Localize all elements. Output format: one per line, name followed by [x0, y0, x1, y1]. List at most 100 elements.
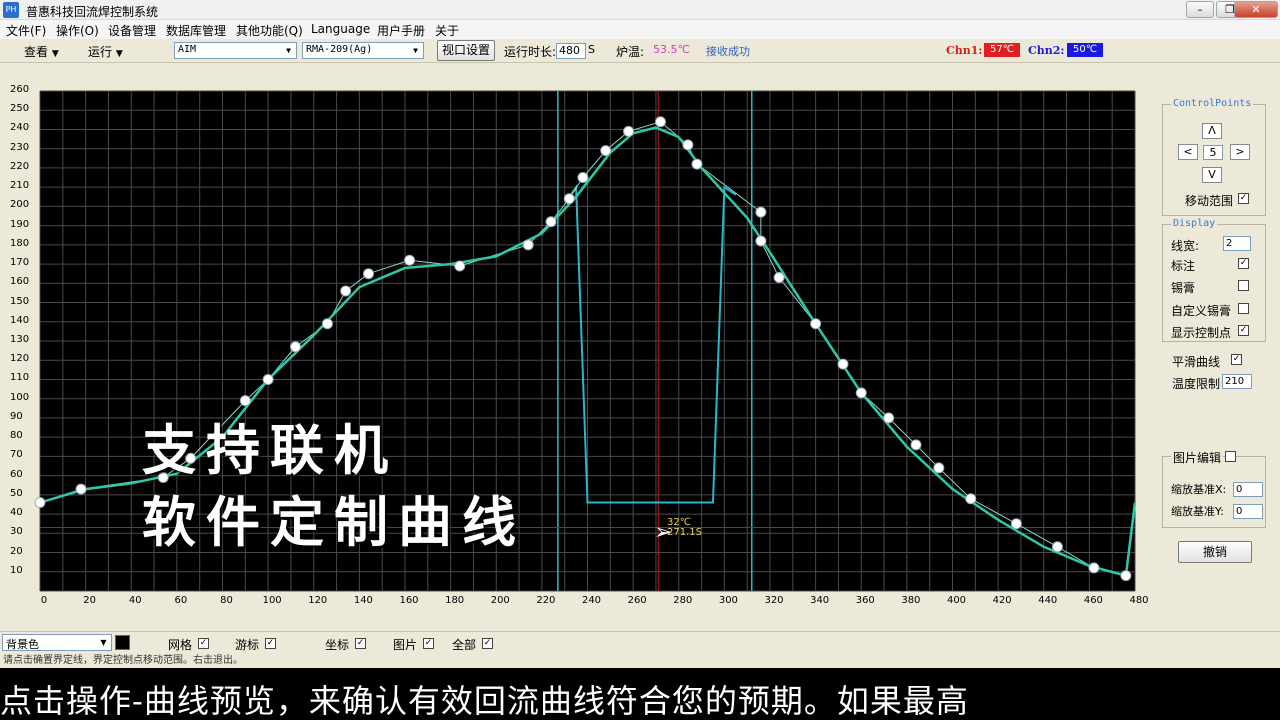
- y-tick-label: 220: [10, 160, 30, 172]
- x-tick-label: 80: [220, 595, 233, 606]
- y-tick-label: 50: [10, 487, 23, 499]
- run-dropdown[interactable]: 运行 ▼: [88, 43, 123, 60]
- chevron-down-icon: ▼: [286, 46, 291, 55]
- y-tick-label: 190: [10, 218, 30, 230]
- control-point: [1010, 518, 1022, 530]
- y-tick-label: 100: [10, 391, 30, 403]
- control-point: [454, 260, 466, 272]
- image-edit-label: 图片编辑: [1171, 449, 1224, 466]
- y-tick-label: 210: [10, 180, 30, 192]
- y-tick-label: 230: [10, 141, 30, 153]
- y-tick-label: 150: [10, 295, 30, 307]
- temp-limit-input[interactable]: 210: [1222, 374, 1252, 389]
- smooth-curve-checkbox[interactable]: ✓: [1231, 354, 1242, 365]
- control-points-group: ControlPoints Λ < 5 > V 移动范围 ✓: [1162, 98, 1266, 216]
- move-range-checkbox[interactable]: ✓: [1238, 193, 1249, 204]
- caret-down-icon: ▼: [115, 49, 123, 59]
- y-tick-label: 70: [10, 449, 23, 461]
- y-tick-label: 250: [10, 103, 30, 115]
- brand-select[interactable]: AIM ▼: [174, 42, 297, 59]
- custom-paste-checkbox[interactable]: [1238, 303, 1249, 314]
- control-point: [363, 268, 374, 280]
- control-point: [755, 235, 767, 247]
- control-point: [691, 158, 703, 170]
- menu-about[interactable]: 关于: [435, 22, 459, 39]
- display-title: Display: [1171, 218, 1218, 229]
- status-bar: 请点击确置界定线，界定控制点移动范围。右击退出。: [0, 654, 1280, 668]
- cp-left-button[interactable]: <: [1178, 144, 1198, 160]
- minimize-button[interactable]: –: [1186, 1, 1214, 18]
- grid-checkbox[interactable]: ✓: [198, 638, 209, 649]
- undo-button[interactable]: 撤销: [1178, 541, 1252, 563]
- menu-device-management[interactable]: 设备管理: [108, 22, 156, 39]
- control-point: [239, 395, 251, 407]
- control-point: [1051, 541, 1063, 553]
- view-dropdown[interactable]: 查看 ▼: [24, 43, 59, 60]
- solder-paste-checkbox[interactable]: [1238, 280, 1249, 291]
- reflow-chart[interactable]: 10 20 30 40 50 60 70 80 90 100 110 120 130 140 150 160 1…: [0, 64, 1149, 630]
- show-points-checkbox[interactable]: ✓: [1238, 325, 1249, 336]
- y-tick-label: 170: [10, 257, 30, 269]
- axis-checkbox[interactable]: ✓: [355, 638, 366, 649]
- overlay-line-2: 软件定制曲线: [142, 491, 526, 554]
- menu-database-management[interactable]: 数据库管理: [166, 22, 226, 39]
- menu-operation[interactable]: 操作(O): [56, 22, 99, 39]
- chevron-down-icon: ▼: [100, 638, 107, 647]
- control-point: [755, 206, 767, 218]
- control-point: [1120, 570, 1132, 582]
- x-tick-label: 60: [174, 595, 188, 606]
- menu-user-manual[interactable]: 用户手册: [377, 22, 425, 39]
- x-tick-label: 120: [308, 595, 328, 606]
- line-width-label: 线宽:: [1171, 239, 1200, 253]
- x-tick-label: 360: [855, 595, 875, 606]
- y-tick-label: 140: [10, 314, 30, 326]
- y-tick-label: 120: [10, 353, 30, 365]
- control-point: [837, 358, 849, 370]
- cursor-checkbox[interactable]: ✓: [265, 638, 276, 649]
- show-points-label: 显示控制点: [1171, 326, 1232, 340]
- scale-x-input[interactable]: 0: [1233, 482, 1263, 497]
- control-point: [910, 439, 922, 451]
- control-point: [563, 193, 575, 205]
- y-tick-label: 30: [10, 526, 23, 538]
- overlay-line-1: 支持联机: [142, 419, 398, 482]
- x-tick-label: 340: [810, 595, 830, 606]
- control-point: [682, 139, 694, 151]
- control-point: [655, 116, 666, 128]
- app-icon: PH: [3, 2, 19, 18]
- menu-bar: 文件(F) 操作(O) 设备管理 数据库管理 其他功能(Q) Language …: [0, 20, 1280, 39]
- x-tick-label: 260: [627, 595, 647, 606]
- runtime-input[interactable]: 480: [556, 43, 586, 59]
- cp-right-button[interactable]: >: [1230, 144, 1250, 160]
- control-point: [855, 387, 867, 399]
- y-tick-label: 180: [10, 237, 30, 249]
- chn1-label: Chn1:: [946, 44, 983, 57]
- cp-index-input[interactable]: 5: [1203, 145, 1223, 160]
- scale-y-input[interactable]: 0: [1233, 504, 1263, 519]
- image-edit-checkbox[interactable]: [1225, 451, 1236, 462]
- paste-select[interactable]: RMA-209(Ag) ▼: [302, 42, 424, 59]
- cp-down-button[interactable]: V: [1202, 167, 1222, 183]
- temp-limit-label: 温度限制: [1172, 377, 1221, 391]
- control-point: [933, 462, 945, 474]
- menu-other-functions[interactable]: 其他功能(Q): [236, 22, 303, 39]
- background-color-select[interactable]: 背景色 ▼: [2, 634, 112, 651]
- y-tick-label: 130: [10, 334, 30, 345]
- background-color-swatch[interactable]: [115, 635, 130, 650]
- brand-select-value: AIM: [178, 44, 197, 55]
- control-point: [1088, 562, 1100, 574]
- caret-down-icon: ▼: [51, 49, 59, 59]
- line-width-input[interactable]: 2: [1223, 236, 1251, 251]
- close-button[interactable]: ✕: [1234, 1, 1278, 18]
- y-tick-label: 10: [10, 564, 23, 576]
- all-checkbox[interactable]: ✓: [482, 638, 493, 649]
- viewport-settings-button[interactable]: 视口设置: [437, 40, 495, 61]
- view-label: 查看: [24, 45, 49, 59]
- menu-language[interactable]: Language: [311, 22, 370, 36]
- menu-file[interactable]: 文件(F): [6, 22, 46, 39]
- image-checkbox[interactable]: ✓: [423, 638, 434, 649]
- cp-up-button[interactable]: Λ: [1202, 123, 1222, 139]
- annotate-checkbox[interactable]: ✓: [1238, 258, 1249, 269]
- x-tick-label: 300: [718, 595, 738, 606]
- x-tick-label: 0: [40, 595, 48, 606]
